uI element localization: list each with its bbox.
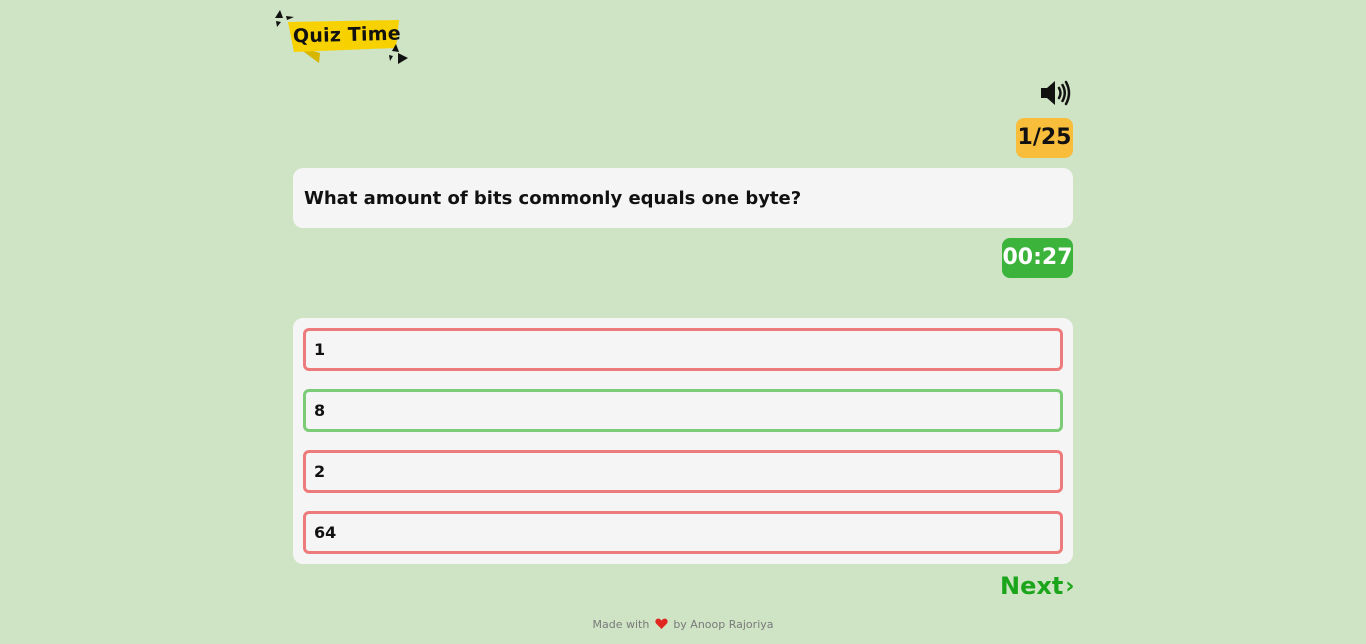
footer-prefix: Made with	[592, 618, 650, 631]
question-text: What amount of bits commonly equals one …	[293, 168, 1073, 228]
speaker-icon[interactable]	[1037, 78, 1073, 108]
next-button[interactable]: Next ›	[1000, 569, 1074, 603]
logo-text: Quiz Time	[292, 22, 402, 48]
answer-option-8[interactable]: 8	[303, 389, 1063, 432]
answer-options: 1 8 2 64	[293, 318, 1073, 564]
chevron-right-icon: ›	[1065, 573, 1075, 599]
footer-suffix: by Anoop Rajoriya	[673, 618, 774, 631]
question-counter: 1/25	[1016, 118, 1073, 158]
answer-option-2[interactable]: 2	[303, 450, 1063, 493]
quiz-time-logo: Quiz Time	[272, 8, 412, 68]
next-label: Next	[1000, 572, 1064, 600]
footer: Made with by Anoop Rajoriya	[0, 618, 1366, 633]
answer-option-1[interactable]: 1	[303, 328, 1063, 371]
heart-icon	[655, 618, 668, 633]
quiz-page: Quiz Time 1/25 What amount of bits commo…	[0, 0, 1366, 644]
answer-option-64[interactable]: 64	[303, 511, 1063, 554]
countdown-timer: 00:27	[1002, 238, 1073, 278]
